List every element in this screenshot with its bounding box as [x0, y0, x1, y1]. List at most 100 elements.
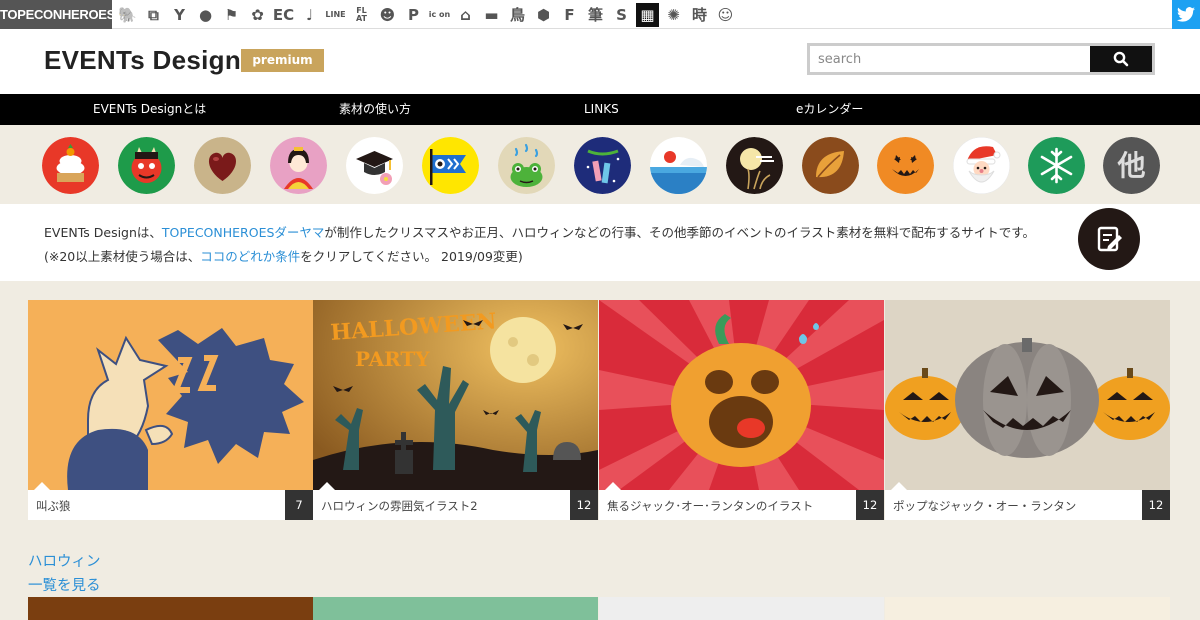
card-thumbnail[interactable]: HALLOWEEN PARTY: [313, 300, 598, 490]
search-icon: [1113, 51, 1129, 67]
category-heart-icon[interactable]: [194, 137, 251, 194]
smiley-icon[interactable]: ☻: [376, 3, 399, 27]
intro-line-2: (※20以上素材使う場合は、ココのどれか条件をクリアしてください。 2019/0…: [44, 246, 523, 265]
category-moon-icon[interactable]: [726, 137, 783, 194]
flag-icon[interactable]: ⚑: [220, 3, 243, 27]
category-oni-icon[interactable]: [118, 137, 175, 194]
grid-icon[interactable]: ▦: [636, 2, 659, 27]
category-snowflake-icon[interactable]: [1028, 137, 1085, 194]
card-thumbnail[interactable]: [885, 300, 1170, 490]
edit-note-button[interactable]: [1078, 208, 1140, 270]
category-hina-doll-icon[interactable]: [270, 137, 327, 194]
caption-notch: [605, 482, 621, 490]
category-other-label: 他: [1116, 149, 1145, 182]
category-summer-icon[interactable]: [650, 137, 707, 194]
intro-text: (※20以上素材使う場合は、: [44, 249, 201, 264]
line-icon[interactable]: LINE: [324, 3, 347, 27]
nav-about[interactable]: EVENTs Designとは: [93, 94, 206, 125]
network-bar: TOPECONHEROES 🐘 ⧉ Y ● ⚑ ✿ EC ♩ LINE FL AT ☻ Pic on ⌂…: [0, 0, 1200, 29]
category-other-icon[interactable]: 他: [1103, 137, 1160, 194]
twitter-icon[interactable]: [1172, 0, 1200, 29]
edit-note-icon: [1097, 226, 1122, 252]
category-tanabata-icon[interactable]: [574, 137, 631, 194]
conditions-link[interactable]: ココのどれか条件: [200, 249, 300, 264]
howling-wolf-illustration: [28, 300, 313, 490]
card-thumbnail[interactable]: [599, 597, 884, 620]
category-leaf-icon[interactable]: [802, 137, 859, 194]
card-caption: ハロウィンの雰囲気イラスト2 12: [313, 482, 598, 520]
person-icon[interactable]: Y: [168, 3, 191, 27]
card-halloween-atmosphere[interactable]: HALLOWEEN PARTY ハロウィンの雰囲気イラスト2 12: [313, 300, 598, 520]
face-icon[interactable]: ☺: [714, 3, 737, 27]
anxious-jack-o-lantern-illustration: [599, 300, 884, 490]
card-title[interactable]: ハロウィンの雰囲気イラスト2: [321, 498, 478, 514]
intro-text: EVENTs Designは、: [44, 225, 162, 240]
card-count-badge: 12: [570, 490, 598, 520]
section-heading: ハロウィン 一覧を見る: [28, 550, 101, 598]
card-thumbnail[interactable]: [313, 597, 598, 620]
category-santa-icon[interactable]: [953, 137, 1010, 194]
bird-kanji-icon[interactable]: 鳥: [506, 3, 529, 27]
card-thumbnail[interactable]: [885, 597, 1170, 620]
flower-icon[interactable]: ✿: [246, 3, 269, 27]
search-button[interactable]: [1090, 46, 1152, 72]
music-note-icon[interactable]: ♩: [298, 3, 321, 27]
view-all-link[interactable]: 一覧を見る: [28, 574, 101, 598]
main-nav: EVENTs Designとは 素材の使い方 LINKS eカレンダー: [0, 94, 1200, 125]
ec-text-icon[interactable]: EC: [272, 3, 295, 27]
section-title-link[interactable]: ハロウィン: [28, 550, 101, 574]
animal-icon[interactable]: 🐘: [116, 3, 139, 27]
premium-badge[interactable]: premium: [241, 49, 324, 72]
brush-kanji-icon[interactable]: 筆: [584, 3, 607, 27]
flat-icon[interactable]: FL AT: [350, 3, 373, 27]
f-letter-icon[interactable]: F: [558, 3, 581, 27]
next-card-row: [28, 597, 1170, 620]
author-link[interactable]: TOPECONHEROESダーヤマ: [162, 225, 324, 240]
pop-jack-o-lantern-illustration: [885, 300, 1170, 490]
card-thumbnail[interactable]: [28, 597, 313, 620]
site-logo[interactable]: EVENTs Design: [44, 45, 241, 76]
card-pop-jack-o-lantern[interactable]: ポップなジャック・オー・ランタン 12: [885, 300, 1170, 520]
category-graduation-icon[interactable]: [346, 137, 403, 194]
speech-bubble-icon[interactable]: ●: [194, 3, 217, 27]
category-kagami-mochi-icon[interactable]: [42, 137, 99, 194]
card-count-badge: 12: [1142, 490, 1170, 520]
card-title[interactable]: 焦るジャック･オー･ランタンのイラスト: [607, 498, 813, 514]
site-header: EVENTs Design premium: [0, 29, 1200, 94]
caption-notch: [891, 482, 907, 490]
search-form: [807, 43, 1155, 75]
card-caption: ポップなジャック・オー・ランタン 12: [885, 482, 1170, 520]
card-anxious-jack-o-lantern[interactable]: 焦るジャック･オー･ランタンのイラスト 12: [599, 300, 884, 520]
category-pumpkin-icon[interactable]: [877, 137, 934, 194]
nav-links[interactable]: LINKS: [584, 94, 619, 125]
intro-text: が制作したクリスマスやお正月、ハロウィンなどの行事、その他季節のイベントのイラス…: [324, 225, 1036, 240]
category-koinobori-icon[interactable]: [422, 137, 479, 194]
card-title[interactable]: 叫ぶ狼: [36, 498, 71, 514]
icon-text-icon[interactable]: ic on: [428, 3, 451, 27]
network-brand-link[interactable]: TOPECONHEROES: [0, 0, 115, 29]
parking-icon[interactable]: P: [402, 3, 425, 27]
halloween-atmosphere-illustration: HALLOWEEN PARTY: [313, 300, 598, 490]
nav-usage[interactable]: 素材の使い方: [339, 94, 411, 125]
nav-calendar[interactable]: eカレンダー: [796, 94, 863, 125]
house-icon[interactable]: ⌂: [454, 3, 477, 27]
caption-notch: [34, 482, 50, 490]
party-lettering: PARTY: [355, 347, 430, 371]
card-thumbnail[interactable]: [599, 300, 884, 490]
time-kanji-icon[interactable]: 時: [688, 3, 711, 27]
card-thumbnail[interactable]: [28, 300, 313, 490]
card-grid: 叫ぶ狼 7 HALLOWEEN PARTY ハロウィンの雰囲気イラスト2 12 …: [28, 300, 1170, 520]
sofa-icon[interactable]: ▬: [480, 3, 503, 27]
category-list: 他: [0, 125, 1200, 204]
s-letter-icon[interactable]: S: [610, 3, 633, 27]
search-input[interactable]: [810, 46, 1090, 72]
card-wolf[interactable]: 叫ぶ狼 7: [28, 300, 313, 520]
card-count-badge: 7: [285, 490, 313, 520]
intro-section: EVENTs Designは、TOPECONHEROESダーヤマが制作したクリス…: [0, 204, 1200, 281]
network-icons: 🐘 ⧉ Y ● ⚑ ✿ EC ♩ LINE FL AT ☻ Pic on ⌂ ▬ 鳥 ⬢ F 筆 S ▦ ✺ 時 ☺: [116, 2, 737, 27]
card-title[interactable]: ポップなジャック・オー・ランタン: [893, 498, 1076, 514]
category-frog-icon[interactable]: [498, 137, 555, 194]
copy-icon[interactable]: ⧉: [142, 3, 165, 27]
gear-icon[interactable]: ⬢: [532, 3, 555, 27]
burst-icon[interactable]: ✺: [662, 3, 685, 27]
